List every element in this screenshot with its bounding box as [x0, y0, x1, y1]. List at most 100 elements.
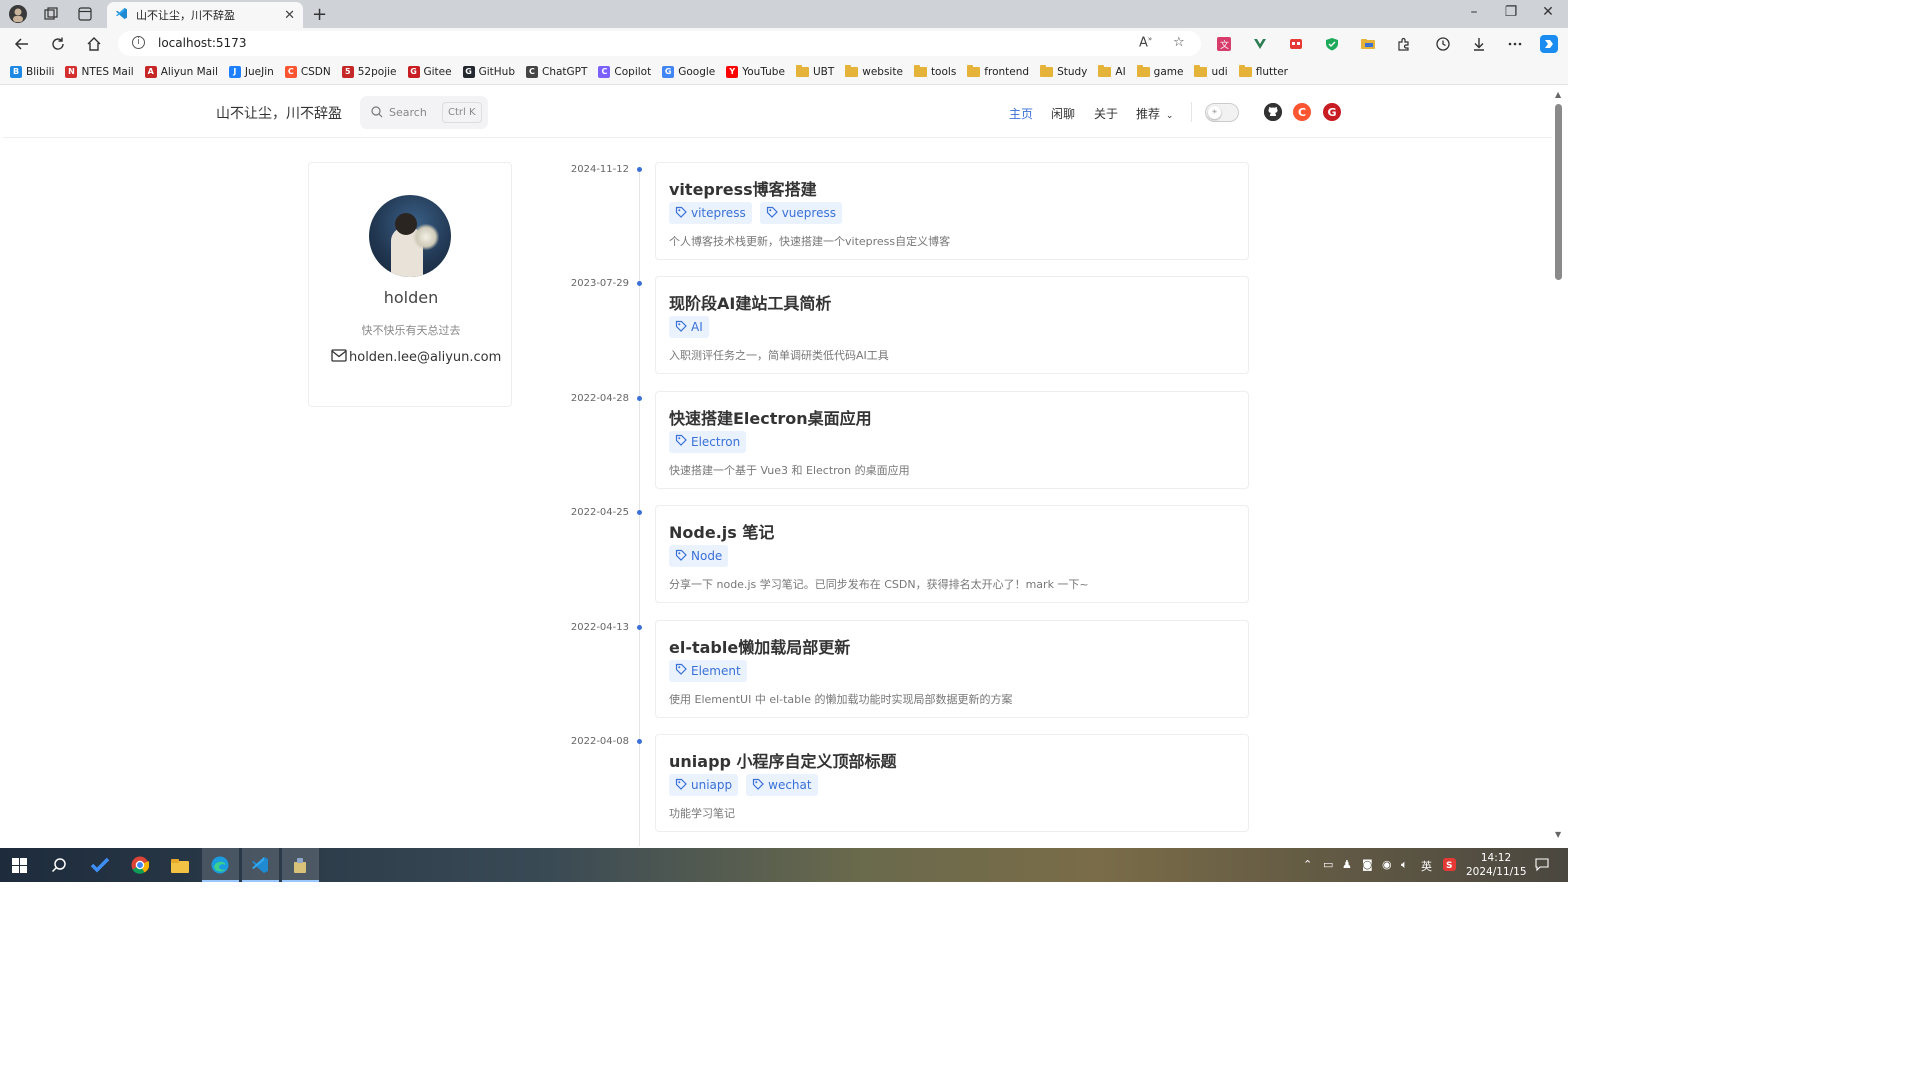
- scrollbar-thumb[interactable]: [1555, 104, 1562, 280]
- notification-center-icon[interactable]: [1535, 858, 1549, 874]
- bookmark-item[interactable]: tools: [913, 64, 956, 78]
- post-card[interactable]: el-table懒加载局部更新 Element 使用 ElementUI 中 el-…: [655, 619, 1249, 718]
- post-card[interactable]: vitepress博客搭建 vitepress vuepress 个人博客技术栈更新，…: [655, 162, 1249, 260]
- csdn-icon[interactable]: C: [1293, 103, 1311, 121]
- scroll-down-icon[interactable]: ▼: [1555, 830, 1561, 839]
- file-explorer-icon[interactable]: [170, 855, 190, 875]
- url-text[interactable]: localhost:5173: [158, 36, 246, 50]
- bookmark-item[interactable]: Y YouTube: [726, 65, 785, 78]
- search-button[interactable]: Search Ctrl K: [360, 96, 488, 129]
- extension-vue-icon[interactable]: [1250, 34, 1270, 54]
- extension-translate-icon[interactable]: 文: [1214, 34, 1234, 54]
- profile-avatar-icon[interactable]: [9, 5, 27, 23]
- post-card[interactable]: uniapp 小程序自定义顶部标题 uniapp wechat 功能学习笔记: [655, 734, 1249, 832]
- refresh-icon[interactable]: [48, 34, 68, 54]
- tray-app-icon[interactable]: ♟: [1342, 858, 1352, 871]
- copilot-sidebar-icon[interactable]: [1539, 34, 1559, 54]
- post-tag[interactable]: Node: [669, 545, 729, 568]
- downloads-icon[interactable]: [1469, 34, 1489, 54]
- post-title[interactable]: Node.js 笔记: [669, 519, 774, 543]
- favorite-star-icon[interactable]: ☆: [1173, 35, 1185, 50]
- page-scrollbar[interactable]: ▲ ▼: [1552, 86, 1568, 846]
- extension-shield-icon[interactable]: [1322, 34, 1342, 54]
- search-taskbar-icon[interactable]: [49, 855, 69, 875]
- bookmark-item[interactable]: UBT: [795, 64, 834, 78]
- edge-icon[interactable]: [210, 855, 230, 875]
- workspaces-icon[interactable]: [42, 5, 60, 23]
- bookmark-item[interactable]: flutter: [1238, 64, 1288, 78]
- chrome-icon[interactable]: [130, 855, 150, 875]
- site-title[interactable]: 山不让尘，川不辞盈: [216, 103, 342, 123]
- bookmark-item[interactable]: udi: [1194, 64, 1228, 78]
- bookmark-item[interactable]: N NTES Mail: [65, 65, 134, 78]
- extension-folder-icon[interactable]: [1358, 34, 1378, 54]
- bookmark-item[interactable]: G Google: [662, 65, 715, 78]
- scroll-up-icon[interactable]: ▲: [1555, 90, 1561, 99]
- ime-indicator[interactable]: 英: [1421, 858, 1432, 874]
- bookmark-item[interactable]: Study: [1040, 64, 1087, 78]
- more-menu-icon[interactable]: [1505, 34, 1525, 54]
- windows-start-icon[interactable]: [9, 855, 29, 875]
- post-title[interactable]: uniapp 小程序自定义顶部标题: [669, 748, 897, 772]
- post-card[interactable]: 现阶段AI建站工具简析 AI 入职测评任务之一，简单调研类低代码AI工具: [655, 276, 1249, 375]
- post-tag[interactable]: Electron: [669, 430, 747, 453]
- back-icon[interactable]: [12, 34, 32, 54]
- tab-actions-icon[interactable]: [76, 5, 94, 23]
- history-icon[interactable]: [1433, 34, 1453, 54]
- tray-display-icon[interactable]: ◙: [1362, 858, 1373, 871]
- post-tag[interactable]: vitepress: [669, 202, 752, 224]
- nav-home[interactable]: 主页: [1009, 105, 1033, 122]
- vscode-icon[interactable]: [250, 855, 270, 875]
- tab-close-icon[interactable]: ✕: [284, 8, 295, 23]
- bookmark-item[interactable]: game: [1136, 64, 1183, 78]
- bookmark-item[interactable]: G Gitee: [407, 65, 452, 78]
- tray-network-icon[interactable]: ▭: [1323, 858, 1333, 871]
- post-tag[interactable]: uniapp: [669, 774, 739, 796]
- bookmark-item[interactable]: B Blibili: [10, 65, 54, 78]
- sogou-ime-icon[interactable]: S: [1443, 858, 1456, 874]
- extensions-puzzle-icon[interactable]: [1394, 34, 1414, 54]
- installer-app-icon[interactable]: [290, 855, 310, 875]
- site-info-icon[interactable]: i: [132, 36, 145, 49]
- post-title[interactable]: el-table懒加载局部更新: [669, 634, 850, 658]
- post-card[interactable]: Node.js 笔记 Node 分享一下 node.js 学习笔记。已同步发布在 C…: [655, 505, 1249, 604]
- extension-red-icon[interactable]: [1286, 34, 1306, 54]
- post-tag[interactable]: Element: [669, 659, 747, 682]
- nav-about[interactable]: 关于: [1094, 105, 1118, 122]
- bookmark-item[interactable]: C CSDN: [284, 65, 331, 78]
- bookmark-item[interactable]: website: [845, 64, 903, 78]
- gitee-icon[interactable]: G: [1323, 103, 1341, 121]
- post-tag[interactable]: vuepress: [759, 202, 842, 224]
- new-tab-icon[interactable]: +: [312, 4, 327, 25]
- todo-app-icon[interactable]: [90, 855, 110, 875]
- github-icon[interactable]: [1264, 103, 1282, 121]
- post-title[interactable]: 快速搭建Electron桌面应用: [669, 405, 872, 429]
- tray-volume-icon[interactable]: 🔈︎: [1401, 858, 1408, 872]
- post-tag[interactable]: wechat: [746, 774, 818, 796]
- taskbar-clock[interactable]: 14:12 2024/11/15: [1466, 851, 1527, 879]
- post-card[interactable]: 快速搭建Electron桌面应用 Electron 快速搭建一个基于 Vue3 和 …: [655, 390, 1249, 489]
- nav-chat[interactable]: 闲聊: [1051, 105, 1075, 122]
- read-aloud-icon[interactable]: A»: [1139, 35, 1152, 50]
- bookmark-item[interactable]: C Copilot: [598, 65, 651, 78]
- nav-recommend[interactable]: 推荐 ⌄: [1136, 105, 1173, 122]
- tray-messenger-icon[interactable]: ◉: [1382, 858, 1392, 871]
- bookmark-item[interactable]: A Aliyun Mail: [144, 65, 218, 78]
- bookmark-item[interactable]: C ChatGPT: [525, 65, 587, 78]
- minimize-icon[interactable]: –: [1464, 4, 1484, 20]
- bookmark-item[interactable]: AI: [1098, 64, 1126, 78]
- bookmark-item[interactable]: J JueJin: [228, 65, 274, 78]
- post-title[interactable]: vitepress博客搭建: [669, 176, 817, 200]
- bookmark-item[interactable]: frontend: [967, 64, 1029, 78]
- active-tab[interactable]: 山不让尘，川不辞盈 ✕: [107, 2, 303, 28]
- post-title[interactable]: 现阶段AI建站工具简析: [669, 290, 831, 314]
- tray-chevron-icon[interactable]: ⌃: [1303, 858, 1312, 871]
- bookmark-item[interactable]: G GitHub: [462, 65, 515, 78]
- theme-toggle[interactable]: ☀: [1205, 103, 1239, 122]
- close-window-icon[interactable]: ✕: [1538, 4, 1558, 20]
- address-bar[interactable]: i localhost:5173 A» ☆: [118, 31, 1201, 56]
- post-tag[interactable]: AI: [669, 316, 709, 339]
- bookmark-item[interactable]: 5 52pojie: [341, 65, 397, 78]
- home-icon[interactable]: [84, 34, 104, 54]
- restore-icon[interactable]: ❐: [1501, 4, 1521, 20]
